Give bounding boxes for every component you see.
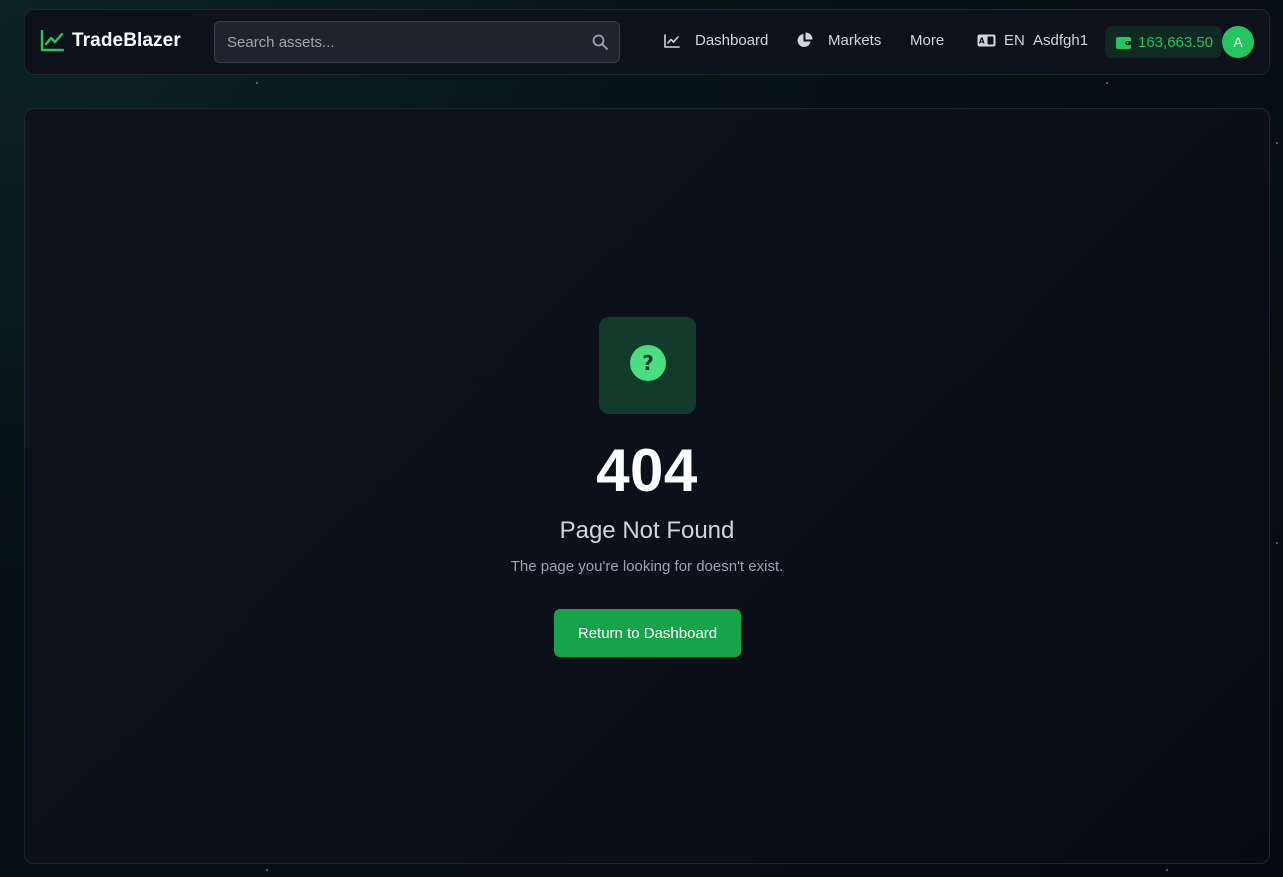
error-icon-box: ?: [599, 317, 696, 414]
top-navbar: TradeBlazer Dashboard Markets: [24, 9, 1270, 75]
chart-line-icon: [40, 30, 64, 52]
search-input[interactable]: [215, 22, 619, 62]
background-dot: [1106, 82, 1108, 84]
language-label: EN: [1004, 32, 1025, 49]
search-bar: [214, 21, 620, 63]
pie-chart-icon: [796, 32, 813, 49]
search-icon[interactable]: [592, 34, 608, 55]
return-to-dashboard-button[interactable]: Return to Dashboard: [554, 609, 741, 657]
brand-name: TradeBlazer: [72, 30, 181, 51]
svg-text:?: ?: [642, 351, 654, 375]
svg-text:A: A: [979, 37, 985, 46]
background-dot: [1276, 142, 1278, 144]
language-icon: A: [977, 34, 996, 47]
background-dot: [266, 869, 268, 871]
background-dot: [1276, 542, 1278, 544]
nav-item-label: Dashboard: [695, 32, 769, 49]
error-code: 404: [596, 437, 698, 504]
nav-item-more[interactable]: More: [910, 32, 944, 49]
not-found-panel: ? 404 Page Not Found The page you're loo…: [24, 108, 1270, 864]
chart-line-icon: [664, 33, 680, 48]
background-dot: [1166, 869, 1168, 871]
question-circle-icon: ?: [629, 345, 666, 386]
username-label[interactable]: Asdfgh1: [1033, 32, 1088, 49]
error-message: The page you're looking for doesn't exis…: [510, 558, 784, 575]
balance-value: 163,663.50: [1138, 33, 1214, 51]
background-dot: [256, 82, 258, 84]
brand-logo[interactable]: TradeBlazer: [40, 30, 181, 52]
language-selector[interactable]: A EN: [977, 32, 1025, 49]
nav-item-label: More: [910, 32, 945, 49]
page-title: Page Not Found: [559, 517, 735, 544]
wallet-balance[interactable]: 163,663.50: [1105, 26, 1222, 58]
nav-item-markets[interactable]: Markets: [796, 32, 881, 49]
wallet-icon: [1116, 36, 1131, 49]
nav-item-label: Markets: [828, 32, 882, 49]
nav-item-dashboard[interactable]: Dashboard: [664, 32, 768, 49]
avatar[interactable]: A: [1222, 26, 1254, 58]
